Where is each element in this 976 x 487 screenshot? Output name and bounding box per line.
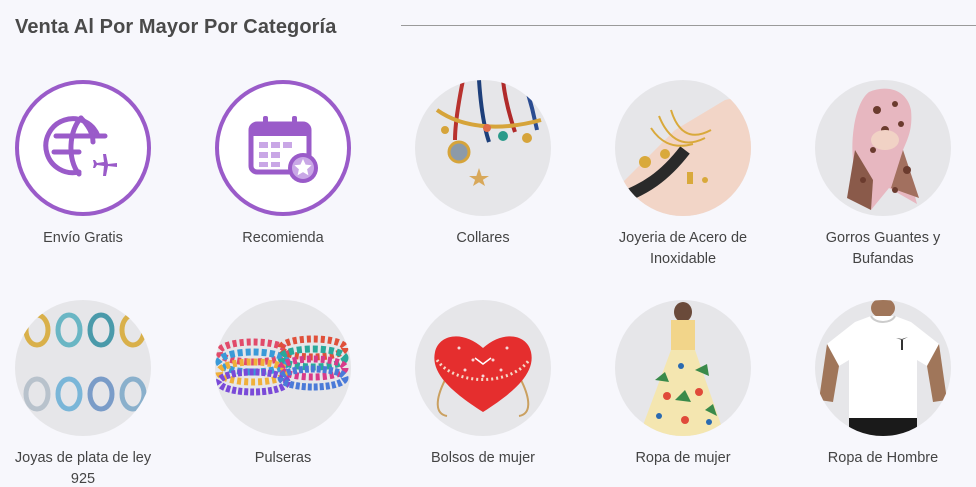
category-label: Ropa de Hombre bbox=[827, 450, 939, 466]
section-title: Venta Al Por Mayor Por Categoría bbox=[15, 15, 337, 38]
category-silver-925[interactable]: Joyas de plata de ley 925 bbox=[0, 300, 168, 487]
category-steel-jewelry[interactable]: Joyeria de Acero de Inoxidable bbox=[598, 80, 768, 270]
category-hats-gloves-scarves[interactable]: Gorros Guantes y Bufandas bbox=[798, 80, 968, 270]
calendar-star-icon bbox=[215, 80, 351, 216]
globe-plane-icon bbox=[15, 80, 151, 216]
category-label: Bolsos de mujer bbox=[431, 450, 535, 466]
dress-image bbox=[615, 300, 751, 436]
section-header: Venta Al Por Mayor Por Categoría bbox=[15, 12, 976, 42]
category-handbags[interactable]: Bolsos de mujer bbox=[398, 300, 568, 469]
header-divider bbox=[401, 25, 976, 26]
category-recommended[interactable]: Recomienda bbox=[198, 80, 368, 249]
category-bracelets[interactable]: Pulseras bbox=[198, 300, 368, 469]
category-label: Envío Gratis bbox=[43, 230, 123, 246]
category-label: Joyas de plata de ley 925 bbox=[14, 450, 152, 487]
necklaces-image bbox=[415, 80, 551, 216]
category-necklaces[interactable]: Collares bbox=[398, 80, 568, 249]
bracelets-hand-image bbox=[615, 80, 751, 216]
category-mens-clothing[interactable]: Ropa de Hombre bbox=[798, 300, 968, 469]
category-label: Ropa de mujer bbox=[635, 450, 731, 466]
category-womens-clothing[interactable]: Ropa de mujer bbox=[598, 300, 768, 469]
heart-bag-image bbox=[415, 300, 551, 436]
category-label: Pulseras bbox=[254, 450, 312, 466]
category-label: Joyeria de Acero de Inoxidable bbox=[618, 230, 748, 267]
scarf-image bbox=[815, 80, 951, 216]
tshirt-image bbox=[815, 300, 951, 436]
category-free-shipping[interactable]: Envío Gratis bbox=[0, 80, 168, 249]
hoop-earrings-image bbox=[15, 300, 151, 436]
category-label: Recomienda bbox=[242, 230, 324, 246]
category-label: Gorros Guantes y Bufandas bbox=[825, 230, 941, 267]
beaded-bracelets-image bbox=[215, 300, 351, 436]
category-label: Collares bbox=[456, 230, 510, 246]
